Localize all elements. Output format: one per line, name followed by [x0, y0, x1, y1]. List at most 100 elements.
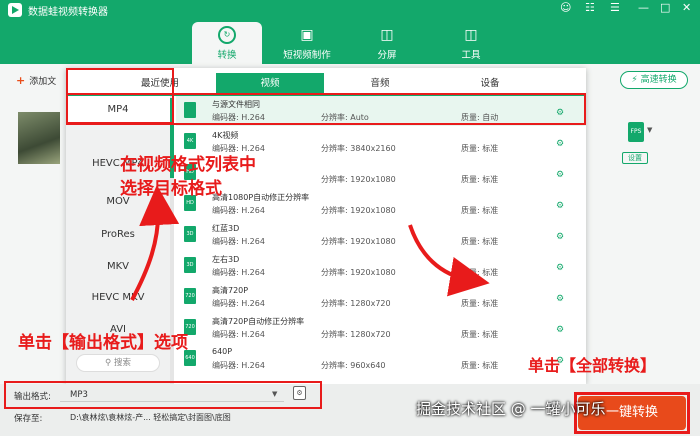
quality-value: 标准 — [482, 268, 499, 277]
menu-icon[interactable]: ☰ — [610, 1, 620, 14]
quality-label: 质量: — [461, 175, 480, 184]
gear-icon[interactable]: ⚙ — [556, 325, 564, 335]
preset-quality: 质量: 标准 — [461, 360, 498, 371]
tab-audio[interactable]: 音频 — [326, 73, 434, 95]
format-search-input[interactable]: ⚲ 搜索 — [76, 354, 160, 372]
preset-resolution: 分辨率: 3840x2160 — [321, 143, 396, 154]
file-icon: 3D — [184, 226, 196, 242]
tab-split-screen-label: 分屏 — [377, 50, 397, 61]
preset-encoder: 编码器: H.264 — [212, 267, 265, 278]
app-logo-icon — [8, 3, 22, 17]
tab-device[interactable]: 设备 — [436, 73, 544, 95]
encoder-label: 编码器: — [212, 330, 239, 339]
gear-icon[interactable]: ⚙ — [556, 170, 564, 180]
preset-row[interactable]: 720 高清720P自动修正分辨率 编码器: H.264 分辨率: 1280x7… — [176, 313, 586, 343]
quality-value: 标准 — [482, 144, 499, 153]
cart-icon[interactable]: ☷ — [585, 1, 595, 14]
preset-quality: 质量: 标准 — [461, 267, 498, 278]
preset-encoder: 编码器: H.264 — [212, 298, 265, 309]
preset-name: 红蓝3D — [212, 224, 240, 233]
save-path-field[interactable]: D:\袁林炫\袁林炫-产... 轻松搞定\封面图\底图 — [70, 412, 231, 423]
resolution-value: 1280x720 — [350, 330, 391, 339]
preset-resolution: 分辨率: 1920x1080 — [321, 174, 396, 185]
file-icon: 3D — [184, 257, 196, 273]
split-icon: ◫ — [380, 27, 394, 43]
annotation-step1-line2: 选择目标格式 — [120, 179, 222, 199]
resolution-value: 1920x1080 — [350, 175, 396, 184]
preset-resolution: 分辨率: 1920x1080 — [321, 267, 396, 278]
toolbox-icon: ◫ — [464, 27, 478, 43]
preset-encoder: 编码器: H.264 — [212, 236, 265, 247]
resolution-label: 分辨率: — [321, 206, 348, 215]
add-file-button[interactable]: + 添加文 — [16, 74, 56, 87]
quality-value: 标准 — [482, 206, 499, 215]
fast-convert-button[interactable]: ⚡ 高速转换 — [620, 71, 688, 89]
encoder-value: H.264 — [241, 268, 265, 277]
format-item-mkv[interactable]: MKV — [66, 261, 170, 272]
minimize-icon[interactable]: — — [638, 1, 649, 14]
file-icon: 720 — [184, 288, 196, 304]
preset-name: 640P — [212, 347, 233, 356]
preset-name: 左右3D — [212, 255, 240, 264]
watermark: 掘金技术社区 @ 一罐小可乐 — [416, 400, 606, 418]
video-icon: ▣ — [300, 27, 314, 43]
preset-encoder: 编码器: H.264 — [212, 329, 265, 340]
preset-row[interactable]: 640 640P 编码器: H.264 分辨率: 960x640 质量: 标准 … — [176, 344, 586, 374]
output-format-icon[interactable]: FPS — [628, 122, 644, 142]
gear-icon[interactable]: ⚙ — [556, 232, 564, 242]
resolution-label: 分辨率: — [321, 299, 348, 308]
encoder-value: H.264 — [241, 330, 265, 339]
preset-resolution: 分辨率: 1920x1080 — [321, 236, 396, 247]
quality-label: 质量: — [461, 268, 480, 277]
gear-icon[interactable]: ⚙ — [556, 294, 564, 304]
maximize-icon[interactable]: □ — [660, 1, 670, 14]
quality-value: 标准 — [482, 361, 499, 370]
title-bar: 数据蛙视频转换器 ☺ ☷ ☰ — □ ✕ — [0, 0, 700, 20]
preset-name: 高清1080P自动修正分辨率 — [212, 193, 310, 202]
close-icon[interactable]: ✕ — [682, 1, 691, 14]
preset-row[interactable]: 3D 红蓝3D 编码器: H.264 分辨率: 1920x1080 质量: 标准… — [176, 220, 586, 250]
gear-icon[interactable]: ⚙ — [556, 139, 564, 149]
resolution-value: 960x640 — [350, 361, 386, 370]
save-to-label: 保存至: — [14, 414, 43, 424]
main-nav: ↻ 转换 ▣ 短视频制作 ◫ 分屏 ◫ 工具 — [0, 20, 700, 64]
encoder-label: 编码器: — [212, 299, 239, 308]
add-file-label: 添加文 — [29, 77, 57, 87]
encoder-value: H.264 — [241, 299, 265, 308]
gear-icon[interactable]: ⚙ — [556, 263, 564, 273]
tab-split-screen[interactable]: ◫ 分屏 — [352, 22, 422, 64]
preset-name: 4K视频 — [212, 131, 239, 140]
preset-row[interactable]: 3D 左右3D 编码器: H.264 分辨率: 1920x1080 质量: 标准… — [176, 251, 586, 281]
tab-video[interactable]: 视频 — [216, 73, 324, 95]
tab-short-video-label: 短视频制作 — [283, 50, 331, 61]
preset-quality: 质量: 标准 — [461, 236, 498, 247]
quality-value: 标准 — [482, 237, 499, 246]
preset-quality: 质量: 标准 — [461, 329, 498, 340]
tab-convert[interactable]: ↻ 转换 — [192, 22, 262, 64]
tab-tools[interactable]: ◫ 工具 — [436, 22, 506, 64]
video-thumbnail[interactable] — [18, 112, 60, 164]
file-settings-button[interactable]: 设置 — [622, 152, 648, 164]
quality-value: 标准 — [482, 299, 499, 308]
annotation-step3: 单击【全部转换】 — [528, 356, 657, 375]
tab-convert-label: 转换 — [217, 50, 237, 61]
chevron-down-icon[interactable]: ▼ — [647, 126, 652, 134]
quality-label: 质量: — [461, 361, 480, 370]
encoder-value: H.264 — [241, 237, 265, 246]
search-placeholder: 搜索 — [113, 358, 131, 368]
encoder-label: 编码器: — [212, 268, 239, 277]
preset-quality: 质量: 标准 — [461, 174, 498, 185]
format-item-hevc-mkv[interactable]: HEVC MKV — [66, 292, 170, 303]
gear-icon[interactable]: ⚙ — [556, 201, 564, 211]
user-icon[interactable]: ☺ — [560, 1, 571, 14]
encoder-label: 编码器: — [212, 206, 239, 215]
resolution-label: 分辨率: — [321, 361, 348, 370]
fast-convert-label: 高速转换 — [640, 75, 677, 85]
preset-row[interactable]: HD 高清1080P自动修正分辨率 编码器: H.264 分辨率: 1920x1… — [176, 189, 586, 219]
format-item-prores[interactable]: ProRes — [66, 229, 170, 240]
quality-label: 质量: — [461, 144, 480, 153]
resolution-value: 1920x1080 — [350, 237, 396, 246]
file-icon: 4K — [184, 133, 196, 149]
tab-short-video[interactable]: ▣ 短视频制作 — [272, 22, 342, 64]
preset-row[interactable]: 720 高清720P 编码器: H.264 分辨率: 1280x720 质量: … — [176, 282, 586, 312]
